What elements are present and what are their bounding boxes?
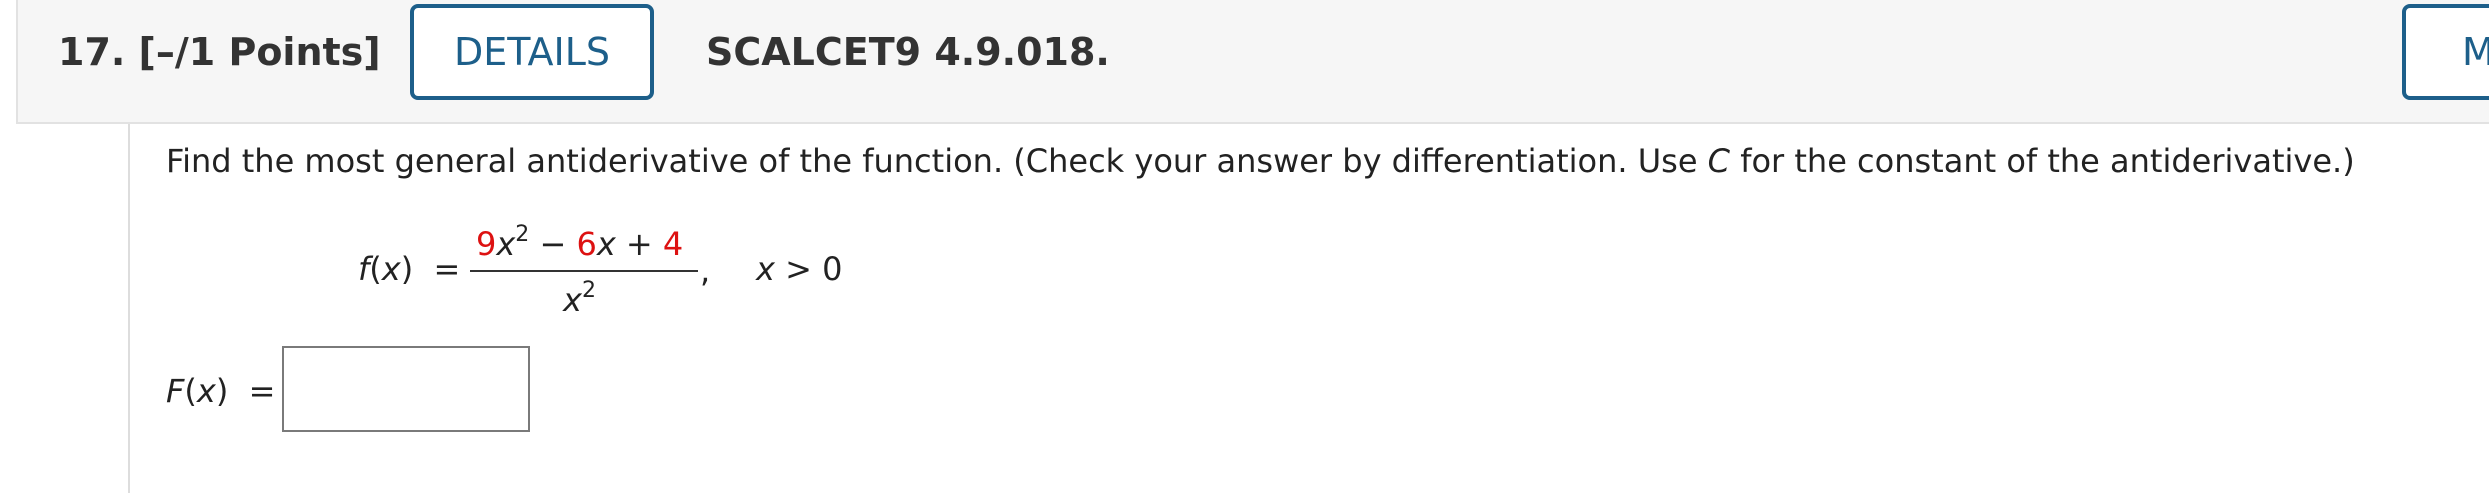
content-divider bbox=[128, 124, 130, 493]
condition-text: > 0 bbox=[785, 250, 843, 288]
instructions-text-end: for the constant of the antiderivative.) bbox=[1730, 142, 2355, 180]
plus-sign: + bbox=[625, 225, 653, 263]
answer-equals: = bbox=[248, 372, 276, 410]
denominator-exponent: 2 bbox=[581, 278, 596, 303]
domain-condition: x > 0 bbox=[756, 250, 842, 288]
function-arg: x bbox=[381, 250, 401, 288]
details-button[interactable]: DETAILS bbox=[410, 4, 654, 100]
constant-c: 4 bbox=[662, 225, 684, 263]
instructions-text-start: Find the most general antiderivative of … bbox=[166, 142, 1708, 180]
numerator-var-a: x bbox=[496, 225, 516, 263]
function-name: f bbox=[358, 250, 370, 288]
fraction-denominator: x2 bbox=[563, 278, 596, 319]
my-notes-button[interactable]: MY bbox=[2402, 4, 2489, 100]
instructions: Find the most general antiderivative of … bbox=[166, 142, 2355, 180]
answer-input[interactable] bbox=[282, 346, 530, 432]
function-equals: = bbox=[433, 250, 461, 288]
condition-var: x bbox=[756, 250, 775, 288]
question-number-points: 17. [–/1 Points] bbox=[58, 30, 381, 74]
problem-id: SCALCET9 4.9.018. bbox=[706, 30, 1110, 74]
constant-variable: C bbox=[1707, 142, 1731, 180]
coefficient-b: 6 bbox=[576, 225, 597, 263]
fraction-numerator: 9x2 − 6x + 4 bbox=[476, 222, 683, 263]
function-label: f(x) = bbox=[358, 250, 461, 288]
answer-function-name: F bbox=[166, 372, 185, 410]
numerator-var-b: x bbox=[596, 225, 616, 263]
denominator-var: x bbox=[563, 281, 582, 319]
question-header: 17. [–/1 Points] DETAILS SCALCET9 4.9.01… bbox=[16, 0, 2489, 124]
answer-label: F(x) = bbox=[166, 372, 276, 410]
answer-function-arg: x bbox=[196, 372, 216, 410]
function-comma: , bbox=[700, 252, 711, 290]
numerator-exponent: 2 bbox=[515, 222, 530, 247]
coefficient-a: 9 bbox=[476, 225, 497, 263]
fraction-bar bbox=[470, 270, 698, 272]
minus-sign: − bbox=[539, 225, 567, 263]
